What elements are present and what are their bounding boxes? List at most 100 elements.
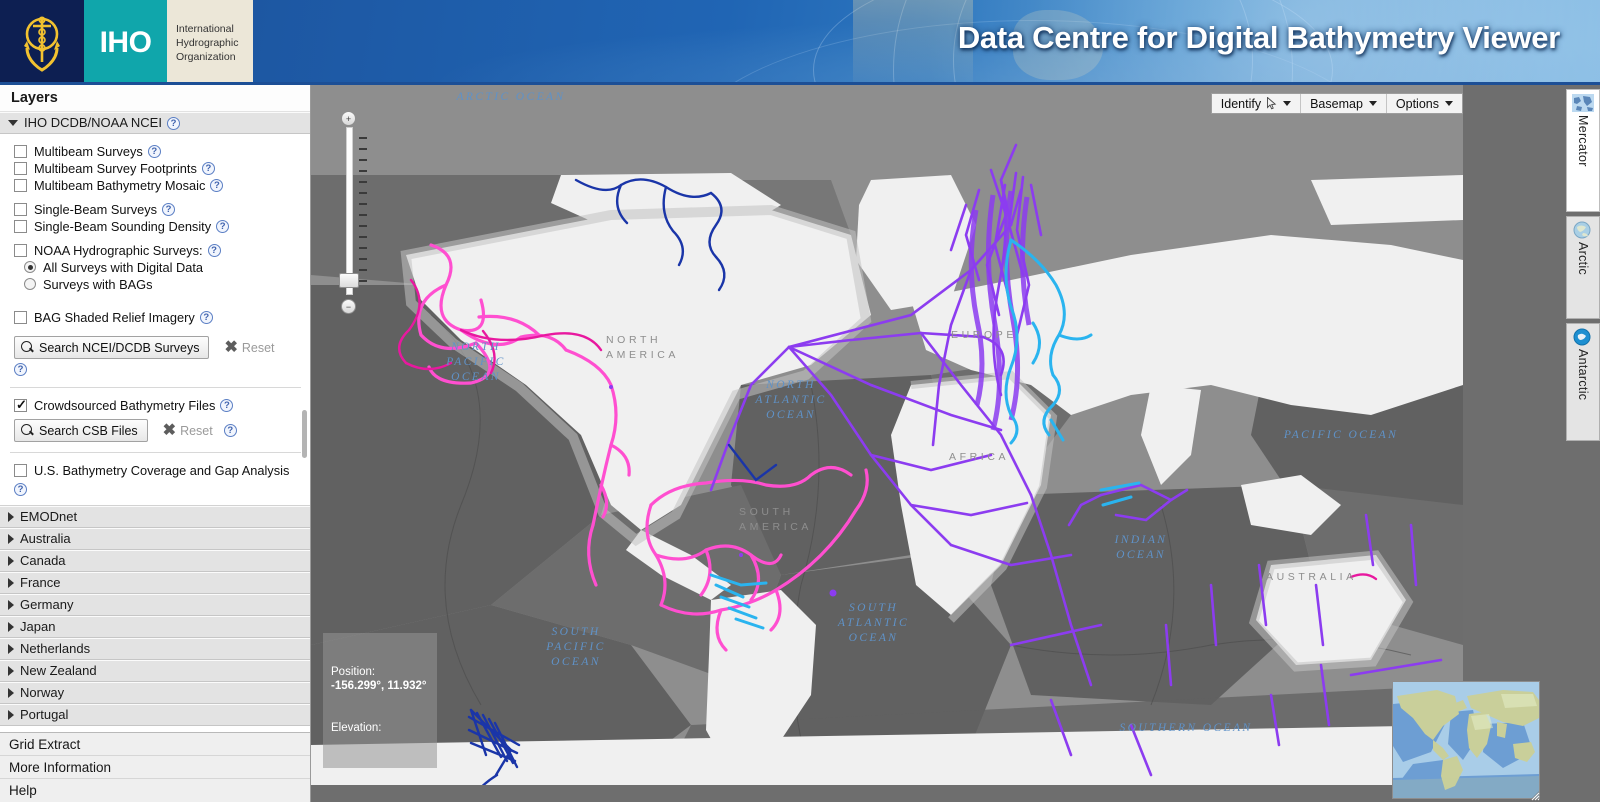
map-toolbar[interactable]: Identify Basemap Options [1210, 93, 1463, 114]
toolbar-options-menu[interactable]: Options [1385, 94, 1462, 113]
sidebar-bottom-menu: Grid Extract More Information Help [0, 732, 310, 802]
layer-row-multibeam-surveys[interactable]: Multibeam Surveys ? [0, 143, 310, 159]
layer-label: Single-Beam Sounding Density [34, 218, 212, 234]
map-area[interactable]: ARCTIC OCEAN NORTH PACIFIC OCEAN NORTH A… [311, 85, 1600, 802]
help-icon[interactable]: ? [223, 424, 237, 437]
sidebar-scrollbar[interactable] [301, 114, 308, 738]
projection-tab-arctic[interactable]: Arctic [1566, 216, 1600, 319]
group-header-canada[interactable]: Canada [0, 550, 310, 572]
layer-label: Multibeam Surveys [34, 143, 143, 159]
map-status-readout: Position: -156.299°, 11.932° Elevation: [323, 633, 437, 768]
button-label: Reset [241, 340, 275, 355]
layer-row-single-beam-surveys[interactable]: Single-Beam Surveys ? [0, 201, 310, 217]
chevron-down-icon [1445, 101, 1453, 106]
group-header-norway[interactable]: Norway [0, 682, 310, 704]
projection-tab-label: Mercator [1576, 115, 1590, 167]
radio-all-surveys-with-digital-data[interactable] [24, 261, 36, 273]
group-header-new-zealand[interactable]: New Zealand [0, 660, 310, 682]
button-label: Reset [180, 423, 213, 438]
help-icon[interactable]: ? [166, 116, 180, 130]
zoom-out-button[interactable]: − [341, 299, 356, 314]
search-csb-files-button[interactable]: Search CSB Files [14, 419, 148, 442]
checkbox-multibeam-bathymetry-mosaic[interactable] [14, 178, 27, 192]
checkbox-multibeam-survey-footprints[interactable] [14, 161, 27, 175]
layer-row-single-beam-sounding-density[interactable]: Single-Beam Sounding Density ? [0, 218, 310, 234]
organization-name: International Hydrographic Organization [167, 0, 253, 85]
reset-ncei-button[interactable]: ✖ Reset [218, 336, 280, 359]
radio-surveys-with-bags[interactable] [24, 278, 36, 290]
layer-row-bag-shaded-relief-imagery[interactable]: BAG Shaded Relief Imagery ? [0, 309, 310, 325]
layers-scroll-region[interactable]: IHO DCDB/NOAA NCEI ? Multibeam Surveys ?… [0, 112, 310, 740]
iho-wordmark: IHO [84, 0, 167, 85]
chevron-right-icon [8, 534, 14, 544]
radio-label: Surveys with BAGs [43, 276, 153, 292]
chevron-right-icon [8, 556, 14, 566]
group-label: Germany [20, 597, 74, 612]
search-ncei-dcdb-surveys-button[interactable]: Search NCEI/DCDB Surveys [14, 336, 210, 359]
zoom-in-button[interactable]: + [341, 111, 356, 126]
group-header-germany[interactable]: Germany [0, 594, 310, 616]
chevron-right-icon [8, 600, 14, 610]
reset-csb-button[interactable]: ✖ Reset [157, 419, 219, 442]
checkbox-noaa-hydrographic-surveys[interactable] [14, 243, 27, 257]
checkbox-single-beam-surveys[interactable] [14, 202, 27, 216]
cursor-arrow-icon [1267, 96, 1277, 110]
zoom-tick [359, 214, 367, 216]
checkbox-bag-shaded-relief-imagery[interactable] [14, 310, 27, 324]
group-header-iho-dcdb-noaa-ncei[interactable]: IHO DCDB/NOAA NCEI ? [0, 112, 310, 134]
checkbox-crowdsourced-bathymetry-files[interactable] [14, 397, 27, 413]
toolbar-basemap-menu[interactable]: Basemap [1300, 94, 1386, 113]
help-icon[interactable]: ? [220, 398, 234, 412]
x-icon: ✖ [162, 421, 177, 439]
sidebar-scrollbar-thumb[interactable] [302, 410, 307, 458]
help-icon[interactable]: ? [201, 161, 215, 175]
help-icon[interactable]: ? [199, 310, 213, 324]
layer-row-multibeam-survey-footprints[interactable]: Multibeam Survey Footprints ? [0, 160, 310, 176]
checkbox-single-beam-sounding-density[interactable] [14, 219, 27, 233]
csb-search-row: Search CSB Files ✖ Reset ? [0, 419, 310, 442]
zoom-tick [359, 148, 367, 150]
zoom-slider-track[interactable] [345, 127, 353, 295]
layer-row-multibeam-bathymetry-mosaic[interactable]: Multibeam Bathymetry Mosaic ? [0, 177, 310, 193]
magnifier-icon [21, 341, 34, 354]
help-icon[interactable]: ? [14, 483, 27, 496]
overview-inset-map[interactable] [1392, 681, 1540, 799]
help-icon[interactable]: ? [147, 144, 161, 158]
layer-label: BAG Shaded Relief Imagery [34, 309, 195, 325]
radio-row-surveys-with-bags[interactable]: Surveys with BAGs [0, 276, 310, 292]
csb-tracks-purple [709, 143, 1443, 777]
help-icon[interactable]: ? [210, 178, 224, 192]
group-header-netherlands[interactable]: Netherlands [0, 638, 310, 660]
help-icon[interactable]: ? [216, 219, 230, 233]
csb-tracks-pink [417, 243, 869, 652]
menu-item-grid-extract[interactable]: Grid Extract [0, 733, 310, 756]
group-label: New Zealand [20, 663, 97, 678]
checkbox-us-bathymetry-coverage-gap-analysis[interactable] [14, 463, 27, 477]
menu-item-more-information[interactable]: More Information [0, 756, 310, 779]
layer-row-us-bathymetry-coverage-gap-analysis[interactable]: U.S. Bathymetry Coverage and Gap Analysi… [0, 462, 310, 478]
help-icon[interactable]: ? [207, 243, 221, 257]
group-header-portugal[interactable]: Portugal [0, 704, 310, 726]
csb-tracks-darkblue [467, 178, 778, 785]
toolbar-identify-menu[interactable]: Identify [1212, 94, 1300, 113]
layer-row-noaa-hydrographic-surveys[interactable]: NOAA Hydrographic Surveys: ? [0, 242, 310, 258]
group-header-emodnet[interactable]: EMODnet [0, 506, 310, 528]
group-header-japan[interactable]: Japan [0, 616, 310, 638]
checkbox-multibeam-surveys[interactable] [14, 144, 27, 158]
projection-tab-mercator[interactable]: Mercator [1566, 89, 1600, 212]
projection-tab-strip[interactable]: Mercator Arctic Antarctic [1566, 89, 1600, 445]
layer-row-crowdsourced-bathymetry-files[interactable]: Crowdsourced Bathymetry Files ? [0, 397, 310, 413]
help-icon[interactable]: ? [162, 202, 176, 216]
map-zoom-control[interactable]: + − [337, 111, 367, 321]
zoom-tick [359, 181, 367, 183]
overview-resize-handle[interactable] [1529, 788, 1540, 801]
bathymetry-map-canvas[interactable]: ARCTIC OCEAN NORTH PACIFIC OCEAN NORTH A… [311, 85, 1463, 785]
group-header-france[interactable]: France [0, 572, 310, 594]
page-title: Data Centre for Digital Bathymetry Viewe… [957, 20, 1560, 55]
projection-tab-antarctic[interactable]: Antarctic [1566, 323, 1600, 441]
radio-row-all-surveys-with-digital-data[interactable]: All Surveys with Digital Data [0, 259, 310, 275]
zoom-slider-handle[interactable] [339, 273, 359, 288]
menu-item-help[interactable]: Help [0, 779, 310, 802]
help-icon[interactable]: ? [14, 363, 27, 376]
group-header-australia[interactable]: Australia [0, 528, 310, 550]
